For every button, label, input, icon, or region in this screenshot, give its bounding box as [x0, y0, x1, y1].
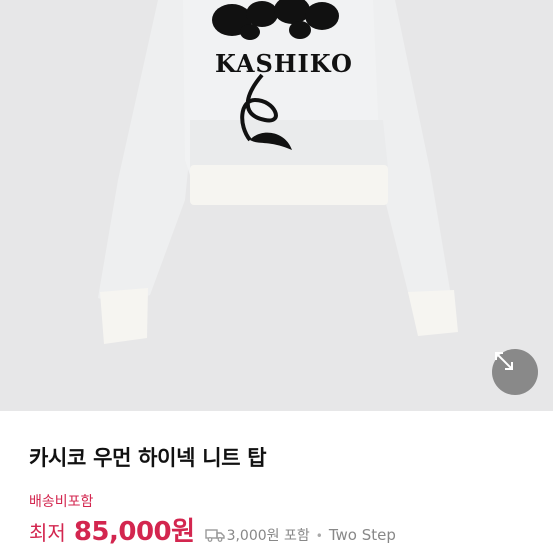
shipping-included-tag: 배송비포함 [29, 494, 94, 510]
product-info: 카시코 우먼 하이넥 니트 탑 배송비포함 최저 85,000원 3,000원 … [0, 411, 553, 553]
shipping-fee: 3,000원 포함 [226, 528, 310, 544]
product-title[interactable]: 카시코 우먼 하이넥 니트 탑 [29, 442, 267, 472]
truck-icon [204, 527, 225, 542]
product-image[interactable]: KASHIKO [0, 0, 553, 411]
price-value[interactable]: 85,000원 [74, 511, 195, 548]
sweater-illustration: KASHIKO [98, 0, 458, 344]
separator-dot: • [315, 529, 323, 543]
logo-text: KASHIKO [215, 49, 353, 78]
price-label: 최저 [29, 521, 66, 545]
expand-button[interactable] [492, 349, 538, 395]
seller-name[interactable]: Two Step [329, 526, 396, 544]
expand-arrows-icon [495, 352, 513, 370]
price-row: 최저 85,000원 3,000원 포함 • Two Step [29, 511, 396, 548]
